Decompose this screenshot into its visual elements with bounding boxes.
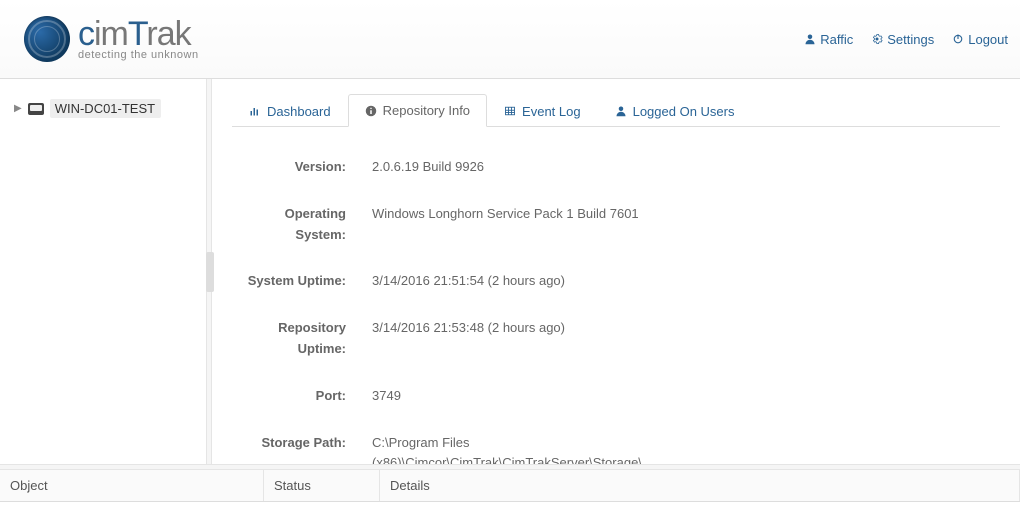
logout-label: Logout	[968, 32, 1008, 47]
grid-header-row: Object Status Details	[0, 470, 1020, 502]
tab-label: Event Log	[522, 104, 581, 119]
os-label: Operating System:	[232, 204, 372, 246]
tab-event-log[interactable]: Event Log	[487, 94, 598, 127]
port-label: Port:	[232, 386, 372, 407]
brand-logo: cimTrak detecting the unknown	[24, 16, 199, 62]
tab-repository-info[interactable]: Repository Info	[348, 94, 487, 127]
power-icon	[952, 33, 964, 45]
brand-text: cimTrak detecting the unknown	[78, 17, 199, 61]
header-actions: Raffic Settings Logout	[804, 32, 1008, 47]
body: ▶ WIN-DC01-TEST Dashboard Repository Inf…	[0, 79, 1020, 464]
info-row-system-uptime: System Uptime: 3/14/2016 21:51:54 (2 hou…	[232, 271, 1000, 292]
info-row-port: Port: 3749	[232, 386, 1000, 407]
bottom-grid: Object Status Details	[0, 470, 1020, 516]
tab-label: Logged On Users	[633, 104, 735, 119]
repo-uptime-value: 3/14/2016 21:53:48 (2 hours ago)	[372, 318, 662, 360]
system-uptime-label: System Uptime:	[232, 271, 372, 292]
vertical-splitter[interactable]	[206, 79, 212, 464]
bar-chart-icon	[249, 105, 261, 117]
tree-node-windc01[interactable]: ▶ WIN-DC01-TEST	[14, 99, 202, 118]
tab-bar: Dashboard Repository Info Event Log Logg…	[232, 93, 1000, 127]
server-icon	[28, 103, 44, 115]
logout-link[interactable]: Logout	[952, 32, 1008, 47]
user-icon	[615, 105, 627, 117]
app-header: cimTrak detecting the unknown Raffic Set…	[0, 0, 1020, 79]
user-name: Raffic	[820, 32, 853, 47]
info-row-storage: Storage Path: C:\Program Files (x86)\Cim…	[232, 433, 1000, 464]
tab-logged-on-users[interactable]: Logged On Users	[598, 94, 752, 127]
chevron-right-icon[interactable]: ▶	[14, 103, 22, 114]
info-row-version: Version: 2.0.6.19 Build 9926	[232, 157, 1000, 178]
storage-label: Storage Path:	[232, 433, 372, 464]
col-header-details[interactable]: Details	[380, 470, 1020, 501]
main-panel: Dashboard Repository Info Event Log Logg…	[212, 79, 1020, 464]
repo-uptime-label: Repository Uptime:	[232, 318, 372, 360]
info-row-repo-uptime: Repository Uptime: 3/14/2016 21:53:48 (2…	[232, 318, 1000, 360]
version-label: Version:	[232, 157, 372, 178]
brand-name: cimTrak	[78, 17, 199, 51]
settings-label: Settings	[887, 32, 934, 47]
gear-icon	[871, 33, 883, 45]
version-value: 2.0.6.19 Build 9926	[372, 157, 662, 178]
tree-sidebar: ▶ WIN-DC01-TEST	[0, 79, 206, 464]
tab-dashboard[interactable]: Dashboard	[232, 94, 348, 127]
col-header-object[interactable]: Object	[0, 470, 264, 501]
tab-label: Repository Info	[383, 103, 470, 118]
settings-link[interactable]: Settings	[871, 32, 934, 47]
os-value: Windows Longhorn Service Pack 1 Build 76…	[372, 204, 662, 246]
tab-label: Dashboard	[267, 104, 331, 119]
brand-tagline: detecting the unknown	[78, 49, 199, 61]
repository-info: Version: 2.0.6.19 Build 9926 Operating S…	[232, 127, 1000, 464]
brand-icon	[24, 16, 70, 62]
user-icon	[804, 33, 816, 45]
system-uptime-value: 3/14/2016 21:51:54 (2 hours ago)	[372, 271, 662, 292]
info-icon	[365, 105, 377, 117]
port-value: 3749	[372, 386, 662, 407]
grid-icon	[504, 105, 516, 117]
col-header-status[interactable]: Status	[264, 470, 380, 501]
info-row-os: Operating System: Windows Longhorn Servi…	[232, 204, 1000, 246]
tree-node-label: WIN-DC01-TEST	[50, 99, 161, 118]
storage-value: C:\Program Files (x86)\Cimcor\CimTrak\Ci…	[372, 433, 662, 464]
user-link[interactable]: Raffic	[804, 32, 853, 47]
